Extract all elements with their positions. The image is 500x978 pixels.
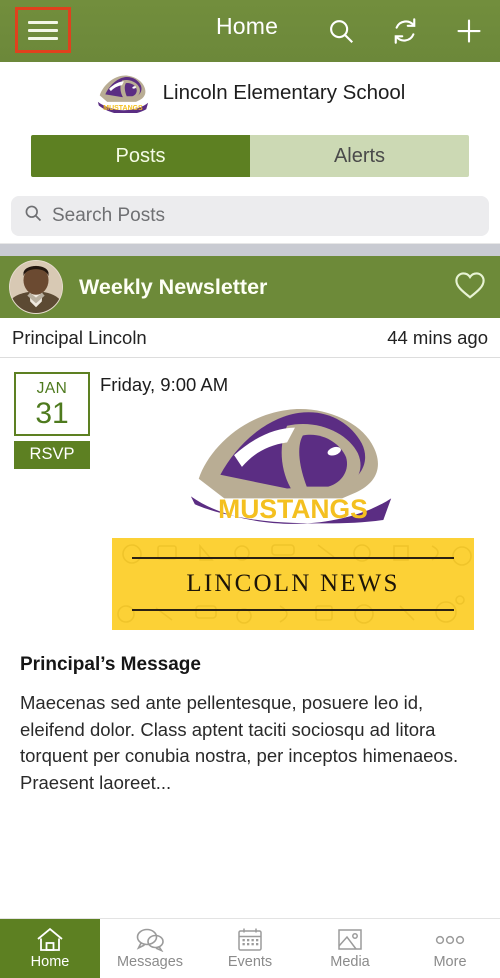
search-icon[interactable] bbox=[326, 16, 356, 46]
school-header[interactable]: MUSTANGS Lincoln Elementary School bbox=[0, 62, 500, 124]
event-datetime: Friday, 9:00 AM bbox=[100, 374, 229, 395]
svg-text:MUSTANGS: MUSTANGS bbox=[218, 494, 368, 524]
tab-bar: Posts Alerts bbox=[0, 124, 500, 188]
hamburger-menu-icon[interactable] bbox=[15, 7, 71, 53]
post-content: Friday, 9:00 AM MUSTANGS LINCOLN NEWS bbox=[100, 372, 500, 630]
home-icon bbox=[36, 927, 64, 952]
search-icon bbox=[23, 203, 43, 228]
post-feed[interactable]: Weekly Newsletter Principal Lincoln 44 m… bbox=[0, 256, 500, 918]
top-bar-actions bbox=[326, 0, 484, 62]
heart-outline-icon[interactable] bbox=[454, 270, 486, 305]
mustangs-logo-image: MUSTANGS bbox=[190, 409, 392, 524]
nav-item-events-label: Events bbox=[227, 954, 273, 970]
search-input[interactable]: Search Posts bbox=[11, 195, 489, 236]
nav-item-media[interactable]: Media bbox=[300, 919, 400, 978]
banner-title: LINCOLN NEWS bbox=[186, 570, 400, 597]
nav-item-home[interactable]: Home bbox=[0, 919, 100, 978]
post-body: JAN 31 RSVP Friday, 9:00 AM MUSTANGS LIN… bbox=[0, 358, 500, 630]
tab-alerts[interactable]: Alerts bbox=[250, 135, 469, 177]
top-app-bar: Home bbox=[0, 0, 500, 62]
page-title: Home bbox=[216, 13, 279, 39]
bottom-navigation: Home Messages Events Media More bbox=[0, 918, 500, 978]
post-text: Maecenas sed ante pellentesque, posuere … bbox=[20, 692, 459, 793]
chat-bubbles-icon bbox=[135, 927, 165, 952]
tab-posts[interactable]: Posts bbox=[31, 135, 250, 177]
search-placeholder: Search Posts bbox=[52, 204, 165, 226]
tab-posts-label: Posts bbox=[115, 144, 166, 167]
ellipsis-icon bbox=[433, 928, 467, 952]
hamburger-bar bbox=[28, 20, 58, 24]
section-divider bbox=[0, 244, 500, 256]
nav-item-more[interactable]: More bbox=[400, 919, 500, 978]
app-screen: Home MUSTANGS Lincoln Elementary School … bbox=[0, 0, 500, 978]
hamburger-bar bbox=[28, 36, 58, 40]
post-timestamp: 44 mins ago bbox=[387, 326, 488, 348]
rsvp-button[interactable]: RSVP bbox=[14, 441, 90, 470]
post-header[interactable]: Weekly Newsletter bbox=[0, 256, 500, 318]
event-day: 31 bbox=[35, 397, 69, 430]
post-meta: Principal Lincoln 44 mins ago bbox=[0, 318, 500, 358]
refresh-icon[interactable] bbox=[390, 16, 420, 46]
plus-icon[interactable] bbox=[454, 16, 484, 46]
school-name: Lincoln Elementary School bbox=[162, 81, 406, 104]
banner-rule-bottom bbox=[132, 609, 454, 611]
nav-item-events[interactable]: Events bbox=[200, 919, 300, 978]
banner-rule-top bbox=[132, 557, 454, 559]
post-author: Principal Lincoln bbox=[12, 326, 147, 348]
svg-text:MUSTANGS: MUSTANGS bbox=[103, 105, 143, 112]
mustangs-logo-icon: MUSTANGS bbox=[95, 73, 151, 113]
nav-item-more-label: More bbox=[433, 953, 467, 970]
event-date-badge: JAN 31 bbox=[14, 372, 90, 437]
calendar-icon bbox=[237, 927, 263, 952]
avatar[interactable] bbox=[9, 260, 63, 314]
post-title: Weekly Newsletter bbox=[79, 274, 268, 299]
lincoln-news-banner-image: LINCOLN NEWS bbox=[112, 538, 474, 630]
event-month: JAN bbox=[36, 380, 68, 397]
nav-item-messages[interactable]: Messages bbox=[100, 919, 200, 978]
hamburger-bar bbox=[28, 28, 58, 32]
image-icon bbox=[337, 927, 363, 952]
post-section-title: Principal’s Message bbox=[20, 654, 201, 675]
nav-item-messages-label: Messages bbox=[116, 954, 184, 970]
tab-alerts-label: Alerts bbox=[333, 144, 386, 167]
event-date-column: JAN 31 RSVP bbox=[0, 372, 100, 630]
search-bar-container: Search Posts bbox=[0, 188, 500, 244]
nav-item-media-label: Media bbox=[330, 954, 370, 970]
nav-item-home-label: Home bbox=[30, 954, 70, 970]
